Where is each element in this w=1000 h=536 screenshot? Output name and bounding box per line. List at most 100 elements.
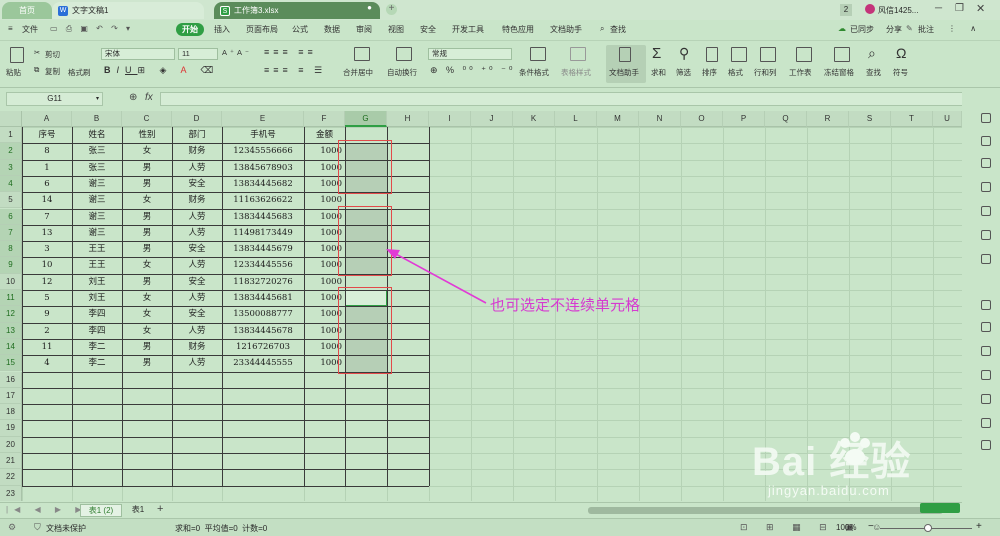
- row-header-19[interactable]: 19: [0, 420, 22, 437]
- row-header-5[interactable]: 5: [0, 192, 22, 209]
- name-box[interactable]: G11 ▾: [6, 92, 103, 106]
- more-icons[interactable]: ⋮ ∧: [948, 24, 982, 33]
- table-style-icon[interactable]: [570, 47, 586, 61]
- col-header-N[interactable]: N: [639, 111, 681, 127]
- find-icon[interactable]: ⌕: [868, 45, 876, 62]
- col-header-E[interactable]: E: [222, 111, 304, 127]
- zoom-search-icon[interactable]: ⊕: [129, 92, 137, 103]
- protect-status[interactable]: 文档未保护: [46, 523, 86, 534]
- sidebar-tool-icon[interactable]: [981, 182, 991, 192]
- row-header-7[interactable]: 7: [0, 224, 22, 242]
- sum-icon[interactable]: Σ: [652, 45, 661, 62]
- symbol-button[interactable]: 符号: [893, 67, 908, 78]
- row-header-17[interactable]: 17: [0, 387, 22, 405]
- format-icon[interactable]: [731, 47, 747, 62]
- tab-workbook[interactable]: S 工作簿3.xlsx ●: [214, 2, 380, 19]
- cut-icon[interactable]: ✂: [34, 48, 40, 57]
- font-grow-shrink-icons[interactable]: A⁺A⁻: [222, 48, 252, 57]
- row-header-11[interactable]: 11: [0, 290, 22, 307]
- table-style-button[interactable]: 表格样式: [561, 67, 591, 78]
- sheet-tab-1[interactable]: 表1 (2): [80, 504, 122, 517]
- minimize-icon[interactable]: ─: [935, 3, 942, 14]
- menu-item-2[interactable]: 页面布局: [246, 24, 278, 35]
- freeze-button[interactable]: 冻结窗格: [824, 67, 854, 78]
- sidebar-tool-icon[interactable]: [981, 418, 991, 428]
- align-icons[interactable]: ≡≡≡ ≡ ☰: [264, 65, 326, 76]
- copy-icon[interactable]: ⧉: [34, 65, 39, 75]
- avatar[interactable]: [865, 4, 875, 14]
- sidebar-tool-icon[interactable]: [981, 254, 991, 264]
- col-header-O[interactable]: O: [681, 111, 723, 127]
- zoom-slider-handle[interactable]: [924, 524, 932, 532]
- add-sheet-icon[interactable]: +: [157, 503, 163, 515]
- menu-item-3[interactable]: 公式: [292, 24, 308, 35]
- freeze-icon[interactable]: [834, 47, 850, 62]
- number-format-icons[interactable]: ⊕ % ⁰⁰ ⁺⁰ ⁻⁰: [430, 65, 515, 76]
- col-header-B[interactable]: B: [72, 111, 122, 127]
- quick-access-icons[interactable]: ▭ ⎙ ▣ ↶ ↷ ▾: [50, 24, 133, 34]
- unsaved-dot-icon[interactable]: ●: [367, 3, 372, 12]
- row-header-10[interactable]: 10: [0, 273, 22, 290]
- menu-item-10[interactable]: 文档助手: [550, 24, 582, 35]
- col-header-C[interactable]: C: [122, 111, 172, 127]
- sidebar-tool-icon[interactable]: [981, 206, 991, 216]
- restore-icon[interactable]: ❐: [955, 3, 964, 14]
- paste-icon[interactable]: [10, 47, 24, 63]
- col-header-D[interactable]: D: [172, 111, 222, 127]
- rows-cols-icon[interactable]: [760, 47, 776, 62]
- sidebar-tool-icon[interactable]: [981, 158, 991, 168]
- conditional-format-button[interactable]: 条件格式: [519, 67, 549, 78]
- find-button[interactable]: 查找: [866, 67, 881, 78]
- merge-icon[interactable]: [354, 47, 370, 61]
- row-header-2[interactable]: 2: [0, 143, 22, 160]
- col-header-T[interactable]: T: [891, 111, 933, 127]
- col-header-F[interactable]: F: [304, 111, 345, 127]
- menu-item-5[interactable]: 审阅: [356, 24, 372, 35]
- row-header-16[interactable]: 16: [0, 371, 22, 388]
- col-header-H[interactable]: H: [387, 111, 429, 127]
- col-header-J[interactable]: J: [471, 111, 513, 127]
- sheet-tab-2[interactable]: 表1: [124, 504, 152, 517]
- menu-item-4[interactable]: 数据: [324, 24, 340, 35]
- comment-button[interactable]: 批注: [918, 24, 934, 35]
- row-header-13[interactable]: 13: [0, 322, 22, 339]
- window-count-badge[interactable]: 2: [840, 4, 852, 16]
- sidebar-tool-icon[interactable]: [981, 113, 991, 123]
- filter-button[interactable]: 筛选: [676, 67, 691, 78]
- copy-button[interactable]: 复制: [45, 66, 60, 77]
- doc-helper-icon[interactable]: [619, 47, 631, 62]
- sort-icon[interactable]: [706, 47, 718, 62]
- zoom-level[interactable]: 100%: [836, 523, 856, 532]
- tab-document[interactable]: W 文字文稿1: [52, 2, 204, 19]
- conditional-format-icon[interactable]: [530, 47, 546, 61]
- fx-icon[interactable]: fx: [145, 92, 153, 103]
- sidebar-tool-icon[interactable]: [981, 230, 991, 240]
- formula-input[interactable]: [160, 92, 970, 106]
- col-header-A[interactable]: A: [22, 111, 72, 127]
- menu-item-1[interactable]: 插入: [214, 24, 230, 35]
- format-painter-button[interactable]: 格式刷: [68, 67, 91, 78]
- sidebar-tool-icon[interactable]: [981, 346, 991, 356]
- row-header-9[interactable]: 9: [0, 257, 22, 274]
- col-header-U[interactable]: U: [933, 111, 962, 127]
- horizontal-scroll-thumb[interactable]: [588, 507, 943, 514]
- row-header-8[interactable]: 8: [0, 241, 22, 258]
- menu-file[interactable]: 文件: [22, 24, 38, 35]
- row-header-15[interactable]: 15: [0, 355, 22, 372]
- row-header-23[interactable]: 23: [0, 485, 22, 501]
- sum-button[interactable]: 求和: [651, 67, 666, 78]
- sidebar-tool-icon[interactable]: [981, 440, 991, 450]
- font-name-select[interactable]: 宋体: [101, 48, 175, 60]
- col-header-S[interactable]: S: [849, 111, 891, 127]
- close-icon[interactable]: ✕: [976, 2, 985, 15]
- col-header-R[interactable]: R: [807, 111, 849, 127]
- menu-search[interactable]: 查找: [610, 24, 626, 35]
- menu-item-6[interactable]: 视图: [388, 24, 404, 35]
- new-tab-plus-icon[interactable]: +: [386, 4, 397, 15]
- row-header-14[interactable]: 14: [0, 338, 22, 356]
- doc-helper-button[interactable]: 文档助手: [609, 67, 639, 78]
- row-header-18[interactable]: 18: [0, 404, 22, 421]
- comment-icon[interactable]: ✎: [906, 24, 913, 33]
- menu-item-0[interactable]: 开始: [176, 23, 204, 36]
- col-header-G[interactable]: G: [345, 111, 387, 127]
